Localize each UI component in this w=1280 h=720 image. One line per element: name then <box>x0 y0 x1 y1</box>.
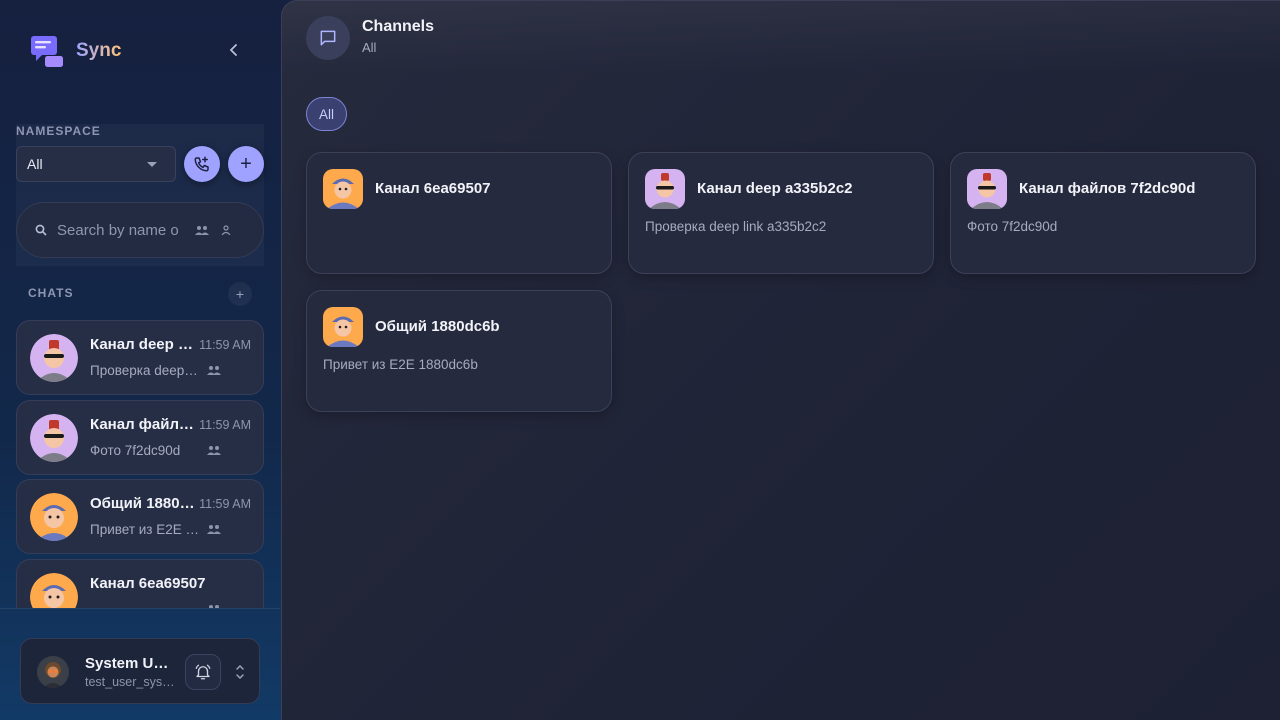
channel-card[interactable]: Канал 6ea69507 <box>306 152 612 274</box>
channels-header: Channels All <box>282 1 1280 75</box>
chat-list-item[interactable]: Канал 6ea69507 <box>16 559 264 608</box>
plus-icon: + <box>240 152 252 175</box>
chat-list-item[interactable]: Канал файлов 7f2dc90d 11:59 AM Фото 7f2d… <box>16 400 264 475</box>
channel-avatar <box>323 169 363 209</box>
chat-preview: Проверка deep link a335b2c2 <box>90 363 200 378</box>
bell-ring-icon <box>195 664 211 680</box>
user-panel[interactable]: System User test_user_system <box>20 638 260 704</box>
user-avatar <box>37 656 69 688</box>
channel-description: Привет из E2E 1880dc6b <box>323 357 478 372</box>
chat-time: 11:59 AM <box>199 418 251 432</box>
search-icon <box>35 224 47 236</box>
group-icon <box>207 525 221 534</box>
search-input[interactable]: Search by name o <box>16 202 264 258</box>
channel-card[interactable]: Общий 1880dc6b Привет из E2E 1880dc6b <box>306 290 612 412</box>
notifications-button[interactable] <box>185 654 221 690</box>
group-icon <box>207 366 221 375</box>
channel-card[interactable]: Канал файлов 7f2dc90d Фото 7f2dc90d <box>950 152 1256 274</box>
brand[interactable]: Sync <box>30 34 121 68</box>
plus-icon: + <box>235 286 245 302</box>
chat-title: Канал 6ea69507 <box>90 575 206 592</box>
sidebar-divider <box>0 608 280 609</box>
chat-bubbles-logo-icon <box>30 34 64 68</box>
chat-avatar <box>30 414 78 462</box>
channel-title: Канал deep a335b2c2 <box>697 180 853 197</box>
channel-description: Проверка deep link a335b2c2 <box>645 219 827 234</box>
channel-title: Канал 6ea69507 <box>375 180 491 197</box>
chat-preview: Привет из E2E 1880dc6b <box>90 522 200 537</box>
new-call-button[interactable] <box>184 146 220 182</box>
chevrons-up-down-icon <box>236 665 244 679</box>
channel-title: Общий 1880dc6b <box>375 318 500 335</box>
chevron-left-icon <box>229 44 237 56</box>
sidebar: Sync NAMESPACE All + Search by name o CH… <box>0 0 280 720</box>
chat-avatar <box>30 573 78 608</box>
chat-title: Общий 1880dc6b <box>90 495 196 512</box>
chat-title: Канал файлов 7f2dc90d <box>90 416 196 433</box>
expand-user-menu-button[interactable] <box>231 663 249 681</box>
page-subtitle: All <box>362 40 377 55</box>
channel-avatar <box>645 169 685 209</box>
user-name: System User <box>85 655 175 672</box>
add-namespace-button[interactable]: + <box>228 146 264 182</box>
chat-avatar <box>30 334 78 382</box>
chat-time: 11:59 AM <box>199 338 251 352</box>
channel-description: Фото 7f2dc90d <box>967 219 1058 234</box>
user-login: test_user_system <box>85 675 175 689</box>
search-placeholder: Search by name o <box>57 221 179 239</box>
channel-card[interactable]: Канал deep a335b2c2 Проверка deep link a… <box>628 152 934 274</box>
phone-plus-icon <box>194 156 209 172</box>
chat-list-item[interactable]: Общий 1880dc6b 11:59 AM Привет из E2E 18… <box>16 479 264 554</box>
filter-chip-all[interactable]: All <box>306 97 348 131</box>
caret-down-icon <box>147 162 157 167</box>
chat-time: 11:59 AM <box>199 497 251 511</box>
namespace-panel: NAMESPACE All + Search by name o <box>16 124 264 266</box>
add-chat-button[interactable]: + <box>228 282 252 306</box>
message-square-icon <box>306 16 350 60</box>
chat-title: Канал deep a335b2c2 <box>90 336 196 353</box>
chat-avatar <box>30 493 78 541</box>
channel-avatar <box>323 307 363 347</box>
chat-list-item[interactable]: Канал deep a335b2c2 11:59 AM Проверка de… <box>16 320 264 395</box>
page-title: Channels <box>362 18 435 35</box>
chat-preview: Фото 7f2dc90d <box>90 443 181 458</box>
filter-groups-icon[interactable] <box>195 225 209 235</box>
app-name: Sync <box>76 40 122 61</box>
channel-avatar <box>967 169 1007 209</box>
channel-title: Канал файлов 7f2dc90d <box>1019 180 1196 197</box>
main-panel: Channels All All Канал 6ea69507 Канал de… <box>281 0 1280 720</box>
namespace-select[interactable]: All <box>16 146 176 182</box>
namespace-selected-value: All <box>27 156 43 172</box>
filter-users-icon[interactable] <box>221 225 231 235</box>
namespace-label: NAMESPACE <box>16 124 101 138</box>
chat-list: Канал deep a335b2c2 11:59 AM Проверка de… <box>16 320 264 608</box>
chats-section-label: CHATS <box>28 286 74 300</box>
group-icon <box>207 446 221 455</box>
collapse-sidebar-button[interactable] <box>222 38 246 62</box>
